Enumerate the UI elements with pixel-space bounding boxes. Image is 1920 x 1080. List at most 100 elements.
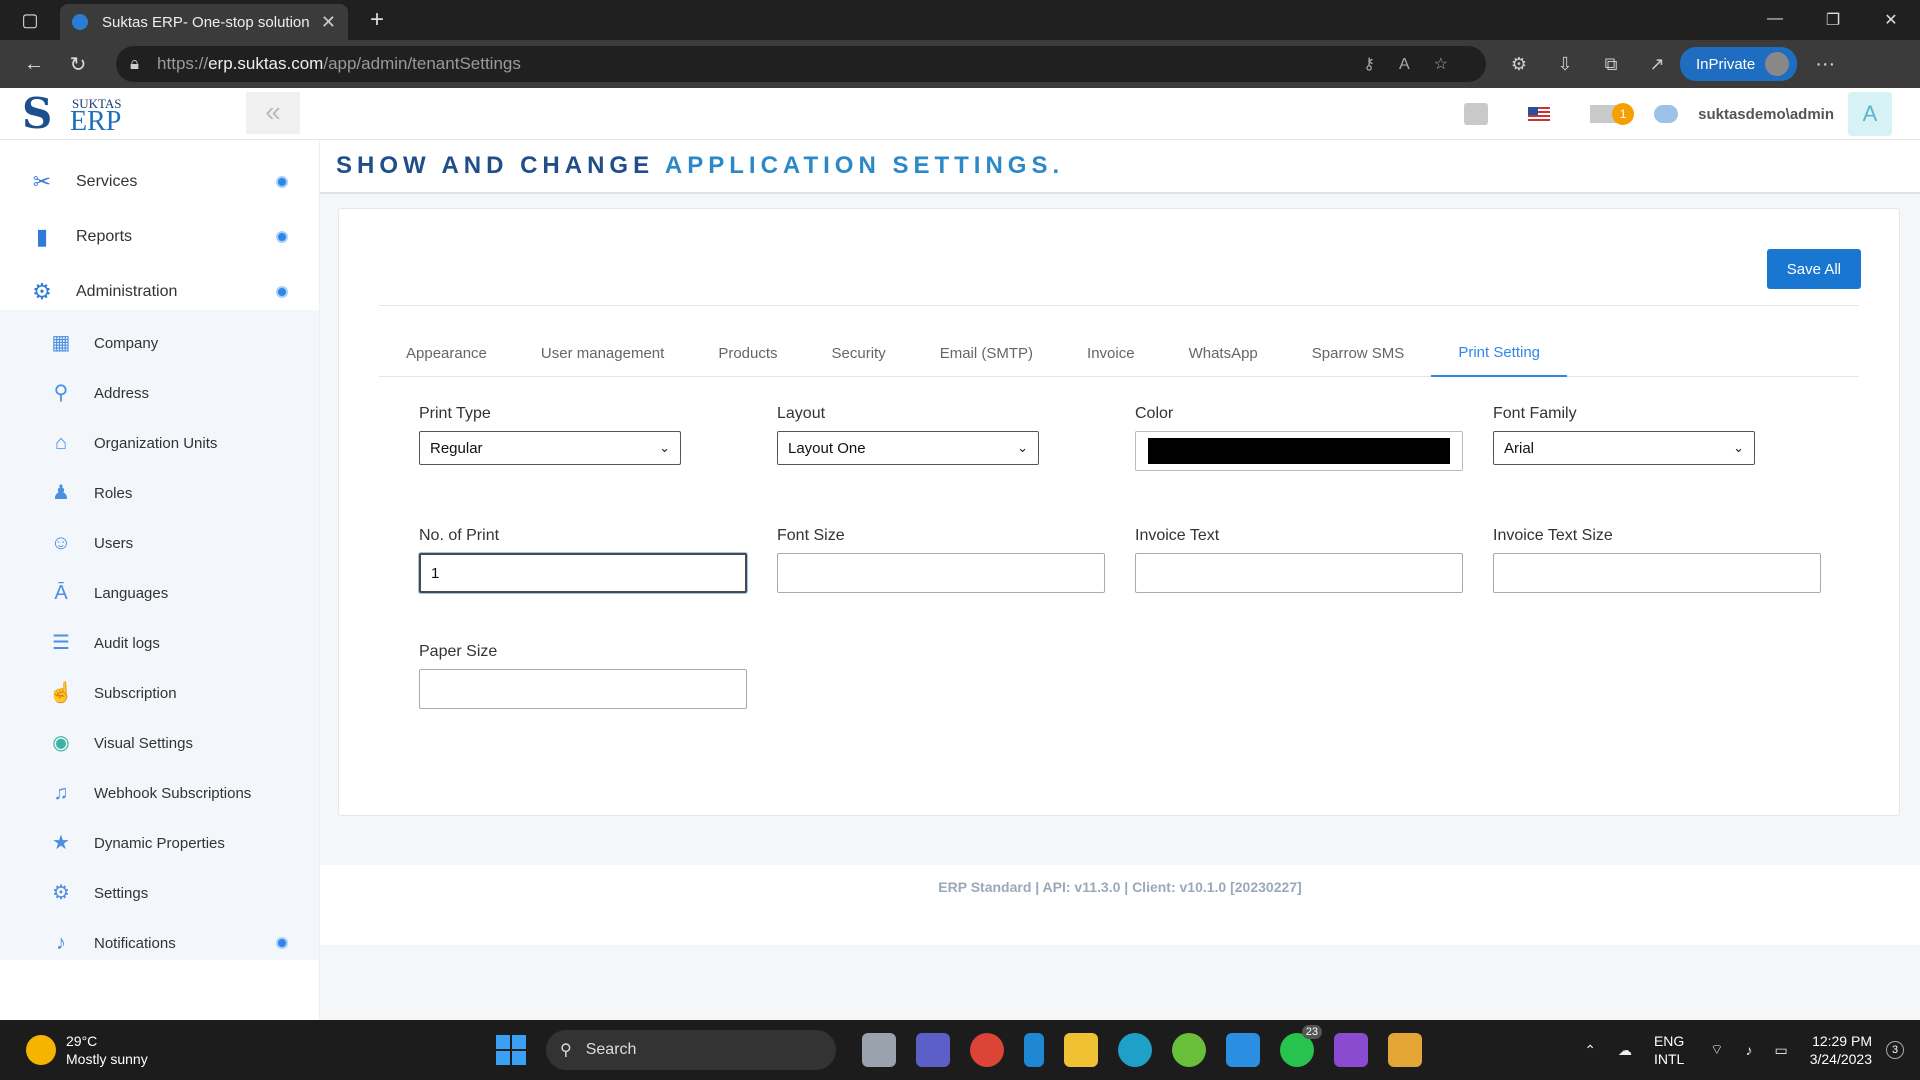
edge-icon[interactable] [1118, 1033, 1152, 1067]
browser-tab[interactable]: Suktas ERP- One-stop solution ✕ [60, 4, 348, 40]
collections-icon[interactable]: ⧉ [1588, 54, 1634, 75]
divider [379, 305, 1859, 306]
mail-icon[interactable]: 1 [1590, 103, 1635, 125]
main-content: SHOW AND CHANGE APPLICATION SETTINGS. Sa… [320, 140, 1920, 1020]
inprivate-button[interactable]: InPrivate [1680, 47, 1798, 81]
sidebar-item-label: Company [94, 334, 159, 352]
refresh-icon[interactable]: ↻ [56, 52, 100, 77]
language-flag-icon[interactable] [1528, 107, 1551, 121]
sidebar-item-reports[interactable]: ▮ Reports [0, 209, 319, 264]
sidebar-item-organization-units[interactable]: ⌂ Organization Units [0, 418, 319, 468]
language-indicator[interactable]: ENG INTL [1654, 1032, 1684, 1068]
save-all-button[interactable]: Save All [1766, 249, 1861, 289]
tab-appearance[interactable]: Appearance [379, 329, 514, 377]
font-family-field: Font Family Arial ⌄ [1493, 405, 1755, 465]
tab-email-smtp[interactable]: Email (SMTP) [913, 329, 1060, 377]
font-family-select[interactable]: Arial ⌄ [1493, 431, 1755, 465]
invoice-text-size-input[interactable] [1493, 553, 1821, 593]
paint-icon[interactable] [1388, 1033, 1422, 1067]
clock[interactable]: 12:29 PM 3/24/2023 [1810, 1032, 1872, 1068]
close-tab-icon[interactable]: ✕ [321, 12, 336, 33]
sidebar-item-label: Subscription [94, 684, 177, 702]
sidebar-item-notifications[interactable]: ♪ Notifications [0, 918, 319, 968]
lang-secondary: INTL [1653, 1051, 1685, 1067]
sidebar-item-settings[interactable]: ⚙ Settings [0, 868, 319, 918]
sidebar-collapse-button[interactable]: « [246, 92, 300, 134]
map-pin-icon: ⚲ [53, 382, 69, 404]
tools-icon: ✂ [32, 168, 52, 194]
no-of-print-input[interactable]: 1 [419, 553, 747, 593]
visual-studio-icon[interactable] [1334, 1033, 1368, 1067]
bing-icon[interactable] [1024, 1033, 1044, 1067]
tab-print-setting[interactable]: Print Setting [1431, 329, 1568, 377]
sidebar-item-address[interactable]: ⚲ Address [0, 368, 319, 418]
sidebar-item-label: Roles [94, 484, 133, 502]
invoice-text-input[interactable] [1135, 553, 1463, 593]
sidebar-item-services[interactable]: ✂ Services [0, 154, 319, 209]
address-bar-icons[interactable]: ⚷A☆ [1363, 54, 1472, 74]
sidebar-item-audit-logs[interactable]: ☰ Audit logs [0, 618, 319, 668]
administration-submenu: ▦ Company ⚲ Address ⌂ Organization Units… [0, 310, 319, 960]
downloads-icon[interactable]: ⇩ [1542, 54, 1588, 75]
browser-toolbar: ← ↻ 🔒︎ https://erp.suktas.com/app/admin/… [0, 40, 1920, 88]
sidebar-item-roles[interactable]: ♟ Roles [0, 468, 319, 518]
file-explorer-icon[interactable] [1064, 1033, 1098, 1067]
tab-actions-icon[interactable]: ▢ [0, 0, 60, 40]
sidebar-item-company[interactable]: ▦ Company [0, 318, 319, 368]
more-icon[interactable]: ··· [1815, 53, 1835, 76]
utorrent-icon[interactable] [1172, 1033, 1206, 1067]
calendar-icon[interactable] [1464, 103, 1489, 125]
sidebar-item-languages[interactable]: Ā Languages [0, 568, 319, 618]
sidebar-item-dynamic-properties[interactable]: ★ Dynamic Properties [0, 818, 319, 868]
new-tab-icon[interactable]: + [370, 6, 384, 34]
whatsapp-icon[interactable]: 23 [1280, 1025, 1322, 1067]
volume-icon[interactable]: ♪ [1745, 1042, 1752, 1058]
back-icon[interactable]: ← [12, 53, 56, 76]
onedrive-icon[interactable]: ☁ [1618, 1042, 1632, 1059]
print-type-select[interactable]: Regular ⌄ [419, 431, 681, 465]
restore-icon[interactable]: ❐ [1804, 10, 1862, 30]
minimize-icon[interactable]: — [1746, 10, 1804, 30]
task-view-icon[interactable] [862, 1033, 896, 1067]
invoice-text-field: Invoice Text [1135, 527, 1463, 593]
weather-widget[interactable]: 29°C Mostly sunny [0, 1032, 300, 1068]
user-avatar[interactable]: A [1848, 92, 1892, 136]
teams-icon[interactable] [916, 1033, 950, 1067]
tab-security[interactable]: Security [805, 329, 913, 377]
chevron-up-icon[interactable]: ⌃ [1584, 1042, 1596, 1059]
layout-select[interactable]: Layout One ⌄ [777, 431, 1039, 465]
battery-icon[interactable]: ▭ [1774, 1042, 1787, 1059]
favicon-icon [72, 14, 88, 30]
notification-count[interactable]: 3 [1886, 1041, 1904, 1059]
user-name[interactable]: suktasdemo\admin [1698, 106, 1834, 123]
font-size-input[interactable] [777, 553, 1105, 593]
users-icon: ☺ [50, 532, 72, 554]
share-icon[interactable]: ↗ [1634, 54, 1680, 75]
tab-user-management[interactable]: User management [514, 329, 691, 377]
address-bar[interactable]: 🔒︎ https://erp.suktas.com/app/admin/tena… [116, 46, 1486, 82]
app-header: S SUKTAS ERP « 1 suktasdemo\admin A [0, 88, 1920, 140]
chat-icon[interactable] [1654, 105, 1679, 123]
sidebar-item-label: Settings [94, 884, 149, 902]
tab-invoice[interactable]: Invoice [1060, 329, 1162, 377]
tab-products[interactable]: Products [691, 329, 804, 377]
wifi-icon[interactable]: ⌔ [1710, 1041, 1723, 1059]
windows-start-icon[interactable] [496, 1035, 526, 1065]
close-window-icon[interactable]: ✕ [1862, 10, 1920, 30]
vscode-icon[interactable] [1226, 1033, 1260, 1067]
gear-icon: ⚙ [32, 278, 52, 304]
taskbar-search[interactable]: ⚲ Search [546, 1030, 836, 1070]
sidebar-item-webhook-subscriptions[interactable]: ♫ Webhook Subscriptions [0, 768, 319, 818]
extensions-icon[interactable]: ⚙ [1496, 54, 1542, 75]
suktas-logo[interactable]: S SUKTAS ERP [22, 92, 132, 138]
color-picker[interactable] [1135, 431, 1463, 471]
tab-sparrow-sms[interactable]: Sparrow SMS [1285, 329, 1432, 377]
sidebar-item-subscription[interactable]: ☝ Subscription [0, 668, 319, 718]
paper-size-input[interactable] [419, 669, 747, 709]
home-icon: ⌂ [54, 432, 68, 454]
sidebar-item-users[interactable]: ☺ Users [0, 518, 319, 568]
tab-whatsapp[interactable]: WhatsApp [1162, 329, 1285, 377]
sidebar-item-visual-settings[interactable]: ◉ Visual Settings [0, 718, 319, 768]
sidebar-item-administration[interactable]: ⚙ Administration [0, 264, 319, 319]
chrome-icon[interactable] [970, 1033, 1004, 1067]
